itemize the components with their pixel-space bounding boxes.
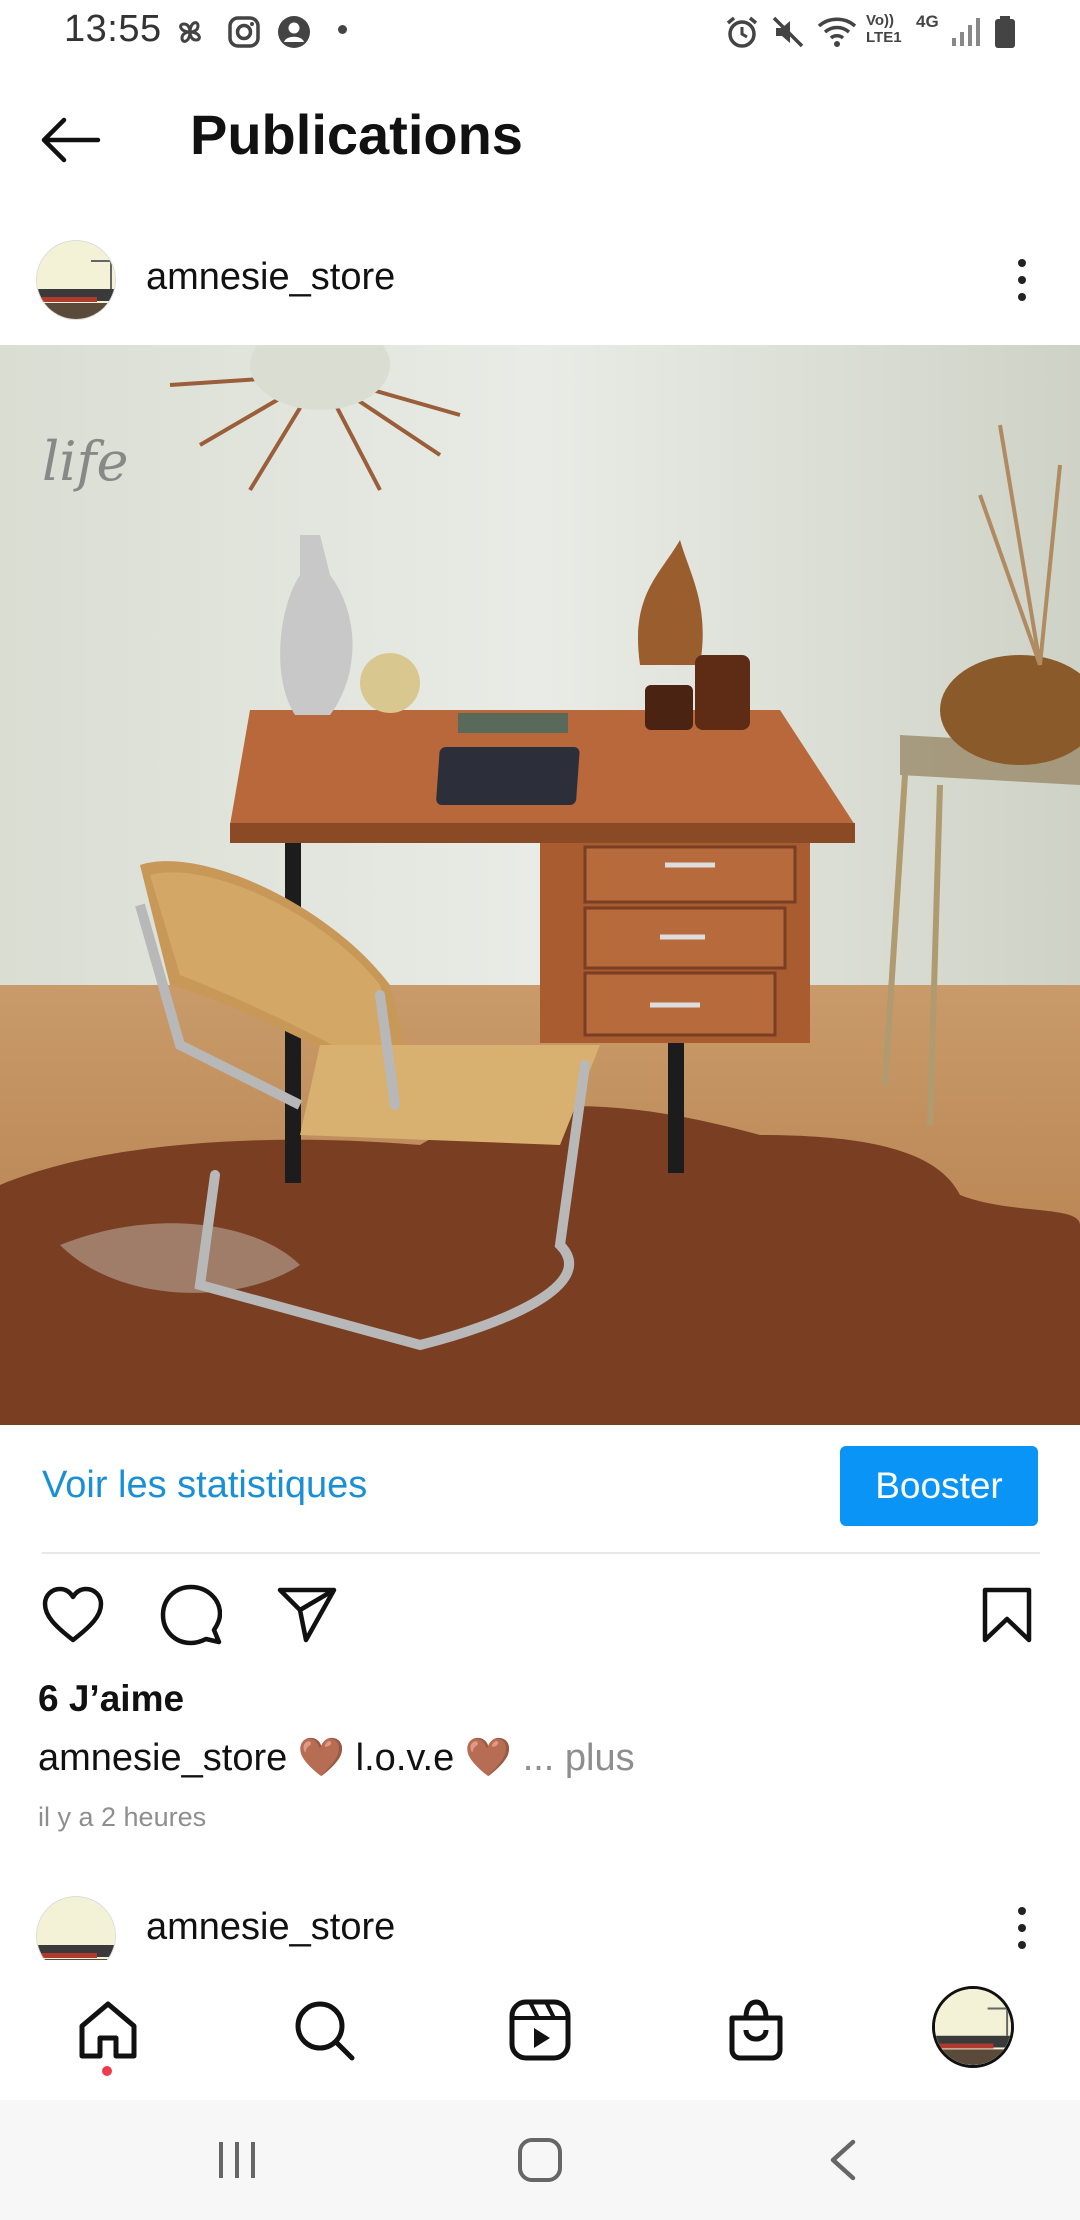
next-post-username[interactable]: amnesie_store [146, 1906, 395, 1949]
alarm-icon [724, 14, 760, 55]
boost-button[interactable]: Booster [840, 1446, 1038, 1526]
divider [42, 1552, 1040, 1554]
system-back-button[interactable] [808, 2130, 878, 2190]
wifi-icon [816, 14, 858, 55]
recents-button[interactable] [202, 2130, 272, 2190]
caption-text: 🤎 l.o.v.e 🤎 [297, 1737, 513, 1779]
account-icon [276, 14, 312, 55]
signal-icon [950, 14, 982, 55]
post-username[interactable]: amnesie_store [146, 256, 395, 299]
reels-icon [509, 1999, 571, 2061]
dot-icon [338, 25, 347, 34]
search-icon [295, 2001, 355, 2061]
post-timestamp: il y a 2 heures [38, 1802, 207, 1832]
next-post-header: amnesie_store [0, 1888, 1080, 1960]
share-button[interactable] [272, 1580, 342, 1650]
post-header: amnesie_store [0, 230, 1080, 330]
back-icon [830, 2139, 856, 2181]
caption-username[interactable]: amnesie_store [38, 1737, 287, 1779]
like-button[interactable] [38, 1580, 108, 1650]
instagram-icon [226, 14, 262, 55]
nav-home[interactable] [68, 1990, 148, 2070]
status-bar: 13:55 Vo)) LTE1 4G [0, 0, 1080, 64]
notification-dot [102, 2066, 112, 2076]
nav-shop[interactable] [716, 1990, 796, 2070]
comment-button[interactable] [156, 1580, 226, 1650]
shop-icon [729, 1999, 783, 2061]
home-icon [79, 2001, 137, 2059]
post-caption: amnesie_store 🤎 l.o.v.e 🤎 ... plus [38, 1736, 635, 1780]
heart-icon [42, 1586, 104, 1643]
bookmark-icon [982, 1587, 1032, 1643]
home-button-icon [518, 2138, 562, 2182]
app-header: Publications [0, 70, 1080, 210]
system-nav [0, 2100, 1080, 2220]
mute-icon [770, 14, 806, 55]
battery-icon [994, 14, 1016, 55]
comment-icon [160, 1584, 222, 1646]
next-post-more-options-icon[interactable] [1002, 1898, 1042, 1958]
next-post-avatar[interactable] [36, 1896, 116, 1960]
avatar[interactable] [36, 240, 116, 320]
view-insights-link[interactable]: Voir les statistiques [42, 1464, 367, 1507]
volte-label: Vo)) LTE1 [866, 12, 902, 46]
network-label: 4G [916, 12, 939, 31]
page-title: Publications [190, 103, 523, 166]
bottom-nav [0, 1960, 1080, 2100]
nav-reels[interactable] [500, 1990, 580, 2070]
status-time: 13:55 [64, 8, 162, 50]
more-options-icon[interactable] [1002, 250, 1042, 310]
back-arrow-icon [41, 117, 101, 163]
recents-icon [219, 2142, 255, 2178]
likes-count[interactable]: 6 J’aime [38, 1678, 184, 1720]
nav-search[interactable] [284, 1990, 364, 2070]
save-button[interactable] [972, 1580, 1042, 1650]
system-home-button[interactable] [505, 2130, 575, 2190]
svg-text:life: life [42, 430, 128, 493]
back-button[interactable] [30, 104, 110, 176]
pinwheel-icon [172, 14, 208, 55]
post-photo[interactable]: life [0, 345, 1080, 1425]
caption-more-link[interactable]: ... plus [523, 1737, 635, 1779]
nav-profile-avatar[interactable] [932, 1986, 1014, 2068]
paper-plane-icon [277, 1587, 337, 1643]
